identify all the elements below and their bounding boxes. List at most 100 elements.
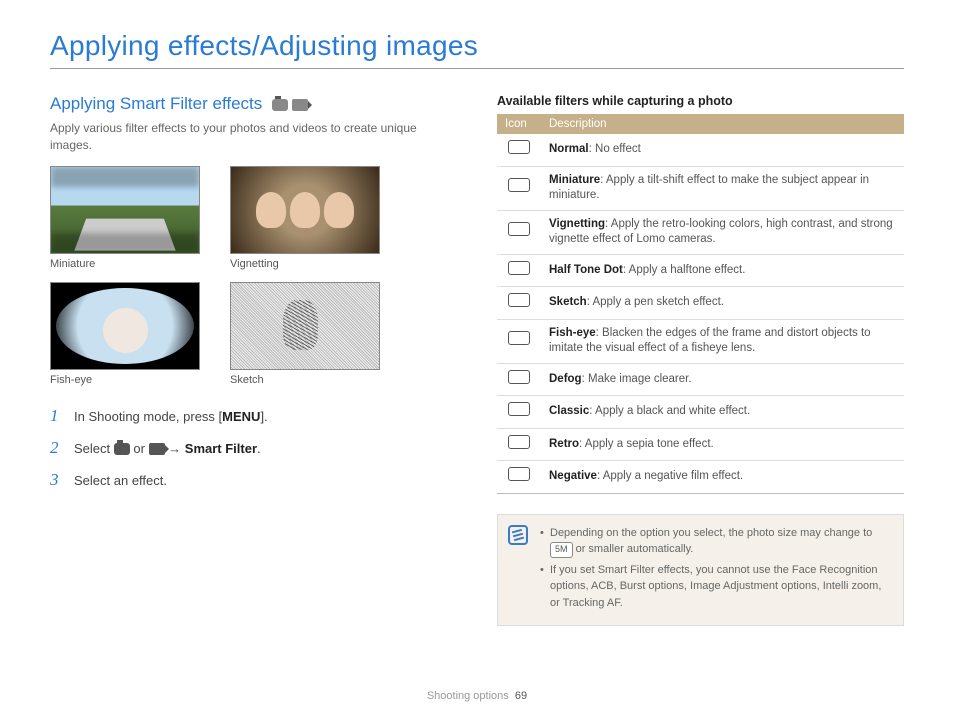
filter-icon [508,178,530,192]
smart-filter-label: Smart Filter [185,441,257,456]
step-2: 2 Select or → Smart Filter. [50,438,457,458]
note-icon [508,525,528,545]
sample-caption: Vignetting [230,258,385,270]
filter-description-cell: Normal: No effect [541,134,904,166]
filter-description-cell: Miniature: Apply a tilt-shift effect to … [541,166,904,210]
step-text: In Shooting mode, press [MENU]. [74,409,268,424]
filter-description: : Apply a halftone effect. [623,264,746,276]
filter-description: : Apply a negative film effect. [597,470,743,482]
filter-description: : Blacken the edges of the frame and dis… [549,327,871,355]
footer-section: Shooting options [427,690,509,702]
filter-icon-cell [497,319,541,363]
step-3: 3 Select an effect. [50,470,457,490]
menu-label: MENU [222,409,260,424]
filter-icon [508,467,530,481]
sample-vignetting: Vignetting [230,166,385,270]
filter-icon-cell [497,210,541,254]
step-text: Select an effect. [74,473,167,488]
filter-description-cell: Negative: Apply a negative film effect. [541,461,904,494]
step-text-part: ]. [260,409,267,424]
filter-table: Icon Description Normal: No effectMiniat… [497,114,904,494]
filter-icon-cell [497,428,541,461]
filter-description: : Apply a black and white effect. [589,405,750,417]
sample-grid: Miniature Vignetting Fish-eye Sketch [50,166,457,386]
sample-fisheye: Fish-eye [50,282,205,386]
filter-name: Negative [549,470,597,482]
table-row: Retro: Apply a sepia tone effect. [497,428,904,461]
table-row: Miniature: Apply a tilt-shift effect to … [497,166,904,210]
filter-icon [508,331,530,345]
filter-icon [508,435,530,449]
video-icon [149,443,165,455]
note-bullet: Depending on the option you select, the … [540,525,891,558]
section-heading-text: Applying Smart Filter effects [50,94,262,114]
filter-icon-cell [497,287,541,320]
table-row: Normal: No effect [497,134,904,166]
step-text-part: or [130,441,149,456]
filter-description-cell: Defog: Make image clearer. [541,363,904,396]
table-row: Classic: Apply a black and white effect. [497,396,904,429]
table-header-icon: Icon [497,114,541,134]
step-text-part: Select [74,441,114,456]
table-row: Defog: Make image clearer. [497,363,904,396]
table-row: Half Tone Dot: Apply a halftone effect. [497,254,904,287]
left-column: Applying Smart Filter effects Apply vari… [50,94,457,626]
filter-name: Fish-eye [549,327,596,339]
filter-icon-cell [497,166,541,210]
filter-icon [508,222,530,236]
filter-icon-cell [497,363,541,396]
filter-name: Miniature [549,174,600,186]
table-row: Fish-eye: Blacken the edges of the frame… [497,319,904,363]
filter-description: : No effect [589,143,641,155]
camera-icon [272,97,288,111]
sample-miniature: Miniature [50,166,205,270]
filter-name: Retro [549,438,579,450]
footer-page-number: 69 [515,690,527,702]
page-title: Applying effects/Adjusting images [50,30,904,69]
step-text-part: In Shooting mode, press [ [74,409,222,424]
filter-icon [508,140,530,154]
sample-caption: Miniature [50,258,205,270]
video-icon [292,97,308,111]
table-row: Vignetting: Apply the retro-looking colo… [497,210,904,254]
note-text-part: or smaller automatically. [573,543,694,555]
size-badge: 5M [550,542,573,558]
table-row: Sketch: Apply a pen sketch effect. [497,287,904,320]
filter-name: Sketch [549,296,587,308]
filter-name: Defog [549,373,582,385]
filter-description-cell: Sketch: Apply a pen sketch effect. [541,287,904,320]
section-heading: Applying Smart Filter effects [50,94,457,114]
filter-description-cell: Half Tone Dot: Apply a halftone effect. [541,254,904,287]
filter-icon-cell [497,134,541,166]
step-text: Select or → Smart Filter. [74,441,261,456]
filter-name: Vignetting [549,218,605,230]
filter-description-cell: Retro: Apply a sepia tone effect. [541,428,904,461]
filter-name: Classic [549,405,589,417]
step-text-part: . [257,441,261,456]
filter-description-cell: Classic: Apply a black and white effect. [541,396,904,429]
sample-image-fisheye [50,282,200,370]
filter-icon-cell [497,254,541,287]
filter-description: : Apply a pen sketch effect. [587,296,724,308]
filter-icon [508,293,530,307]
sample-caption: Sketch [230,374,385,386]
sample-image-miniature [50,166,200,254]
filter-description: : Make image clearer. [582,373,692,385]
steps-list: 1 In Shooting mode, press [MENU]. 2 Sele… [50,406,457,490]
sample-image-sketch [230,282,380,370]
filter-description: : Apply a sepia tone effect. [579,438,714,450]
filter-icon [508,261,530,275]
filter-name: Half Tone Dot [549,264,623,276]
filter-icon [508,402,530,416]
step-number: 3 [50,470,64,490]
sample-image-vignetting [230,166,380,254]
table-header-description: Description [541,114,904,134]
step-number: 1 [50,406,64,426]
step-1: 1 In Shooting mode, press [MENU]. [50,406,457,426]
table-row: Negative: Apply a negative film effect. [497,461,904,494]
step-number: 2 [50,438,64,458]
note-text-part: Depending on the option you select, the … [550,527,872,539]
page-footer: Shooting options 69 [0,690,954,702]
filter-icon-cell [497,396,541,429]
filter-icon-cell [497,461,541,494]
